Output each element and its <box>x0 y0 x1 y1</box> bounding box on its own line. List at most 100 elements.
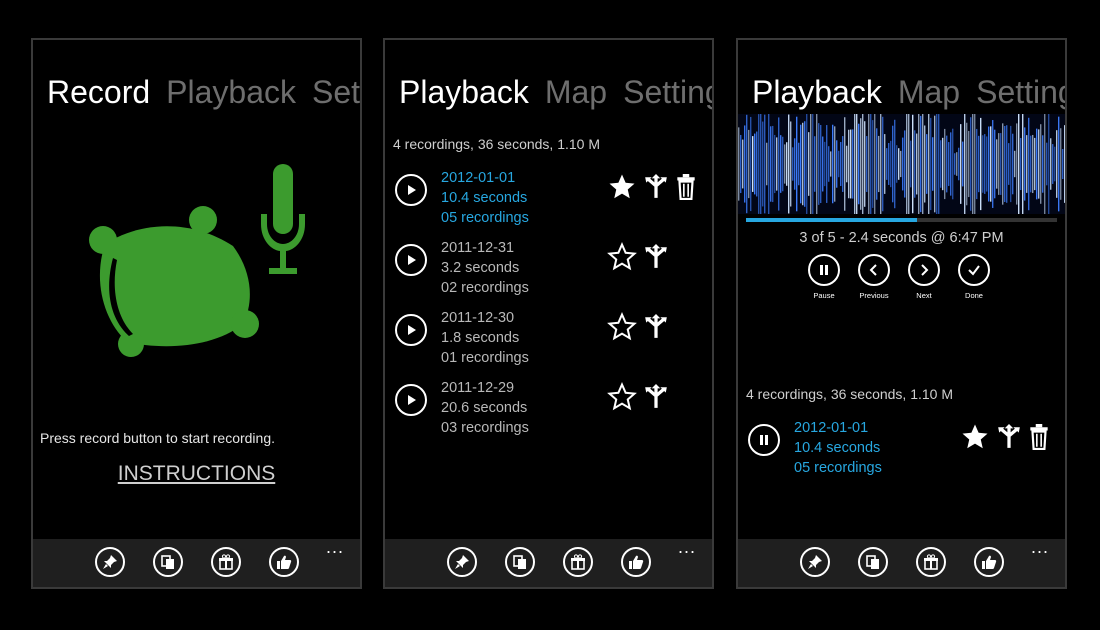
waveform-bar <box>856 114 858 214</box>
pivot-header: Record Playback Settings <box>47 74 360 111</box>
copy-button[interactable] <box>153 547 183 577</box>
more-menu[interactable]: ... <box>326 537 344 558</box>
thumbs-up-button[interactable] <box>269 547 299 577</box>
playback-list-screen: Playback Map Settings 4 recordings, 36 sec… <box>383 38 714 589</box>
play-button[interactable] <box>395 174 427 206</box>
waveform-bar <box>780 135 782 193</box>
check-icon <box>968 265 980 276</box>
pin-button[interactable] <box>447 547 477 577</box>
share-icon[interactable] <box>643 244 669 270</box>
recording-count: 03 recordings <box>441 420 529 436</box>
play-button[interactable] <box>395 384 427 416</box>
pivot-settings[interactable]: Settings <box>623 74 712 110</box>
waveform-bar <box>742 139 744 189</box>
thumbs-up-button[interactable] <box>621 547 651 577</box>
pause-control[interactable]: Pause <box>806 254 842 300</box>
share-icon[interactable] <box>643 384 669 410</box>
waveform-bar <box>948 142 950 186</box>
gift-button[interactable] <box>916 547 946 577</box>
done-control[interactable]: Done <box>956 254 992 300</box>
recording-duration: 1.8 seconds <box>441 330 520 346</box>
list-item[interactable]: 2012-01-01 10.4 seconds 05 recordings <box>748 418 1055 480</box>
list-item[interactable]: 2011-12-31 3.2 seconds 02 recordings <box>395 238 702 300</box>
trash-icon[interactable] <box>675 174 697 200</box>
star-filled-icon[interactable] <box>960 422 990 452</box>
waveform-bar <box>790 121 792 207</box>
pin-icon <box>808 555 822 569</box>
play-icon <box>408 395 416 405</box>
more-menu[interactable]: ... <box>1031 537 1049 558</box>
waveform-bar <box>946 135 948 193</box>
waveform-bar <box>960 124 962 204</box>
copy-icon <box>866 555 879 569</box>
list-item[interactable]: 2011-12-30 1.8 seconds 01 recordings <box>395 308 702 370</box>
share-icon[interactable] <box>996 424 1022 450</box>
thumbs-up-icon <box>629 555 644 569</box>
waveform-bar <box>926 134 928 194</box>
record-hint-text: Press record button to start recording. <box>40 430 275 446</box>
gift-button[interactable] <box>211 547 241 577</box>
instructions-link[interactable]: INSTRUCTIONS <box>33 462 360 486</box>
microphone-icon <box>261 164 305 274</box>
next-control[interactable]: Next <box>906 254 942 300</box>
more-menu[interactable]: ... <box>678 537 696 558</box>
waveform-bar <box>910 140 912 188</box>
list-item[interactable]: 2011-12-29 20.6 seconds 03 recordings <box>395 378 702 440</box>
star-outline-icon[interactable] <box>607 242 637 272</box>
pivot-playback[interactable]: Playback <box>166 74 296 110</box>
gift-button[interactable] <box>563 547 593 577</box>
waveform-bar <box>870 114 872 214</box>
waveform-bar <box>798 142 800 186</box>
trash-icon[interactable] <box>1028 424 1050 450</box>
pivot-header: Playback Map Settings <box>752 74 1065 111</box>
recording-duration: 20.6 seconds <box>441 400 528 416</box>
waveform-bar <box>818 123 820 205</box>
gift-icon <box>571 554 585 570</box>
pivot-settings[interactable]: Settings <box>312 74 360 110</box>
copy-button[interactable] <box>505 547 535 577</box>
pivot-map[interactable]: Map <box>898 74 960 110</box>
pin-icon <box>455 555 469 569</box>
waveform-bar <box>952 128 954 200</box>
waveform-bar <box>942 137 944 191</box>
playback-progress-bar[interactable] <box>746 218 1057 222</box>
waveform-bar <box>860 118 862 210</box>
previous-control[interactable]: Previous <box>856 254 892 300</box>
pivot-playback[interactable]: Playback <box>752 74 882 110</box>
waveform-bar <box>1008 143 1010 185</box>
waveform-bar <box>788 114 790 214</box>
waveform-bar <box>1012 133 1014 195</box>
list-item[interactable]: 2012-01-01 10.4 seconds 05 recordings <box>395 168 702 230</box>
pillow-logo-icon <box>89 206 259 357</box>
chevron-left-icon <box>869 264 877 276</box>
share-icon[interactable] <box>643 314 669 340</box>
copy-button[interactable] <box>858 547 888 577</box>
waveform-bar <box>784 144 786 184</box>
waveform-bar <box>836 140 838 188</box>
play-button[interactable] <box>395 244 427 276</box>
waveform-bar <box>828 146 830 182</box>
pivot-settings[interactable]: Settings <box>976 74 1065 110</box>
star-outline-icon[interactable] <box>607 312 637 342</box>
pivot-map[interactable]: Map <box>545 74 607 110</box>
waveform-bar <box>994 129 996 199</box>
waveform-bar <box>810 114 812 214</box>
pin-button[interactable] <box>95 547 125 577</box>
thumbs-up-button[interactable] <box>974 547 1004 577</box>
waveform-bar <box>1016 123 1018 205</box>
waveform-bar <box>932 137 934 191</box>
share-icon[interactable] <box>643 174 669 200</box>
star-filled-icon[interactable] <box>607 172 637 202</box>
waveform-bar <box>988 126 990 202</box>
waveform-bar <box>750 116 752 212</box>
star-outline-icon[interactable] <box>607 382 637 412</box>
play-button[interactable] <box>395 314 427 346</box>
waveform-bar <box>934 115 936 213</box>
pivot-record[interactable]: Record <box>47 74 150 110</box>
pivot-playback[interactable]: Playback <box>399 74 529 110</box>
waveform-bar <box>1030 135 1032 193</box>
waveform-bar <box>876 128 878 200</box>
pause-button[interactable] <box>748 424 780 456</box>
pin-button[interactable] <box>800 547 830 577</box>
copy-icon <box>513 555 526 569</box>
